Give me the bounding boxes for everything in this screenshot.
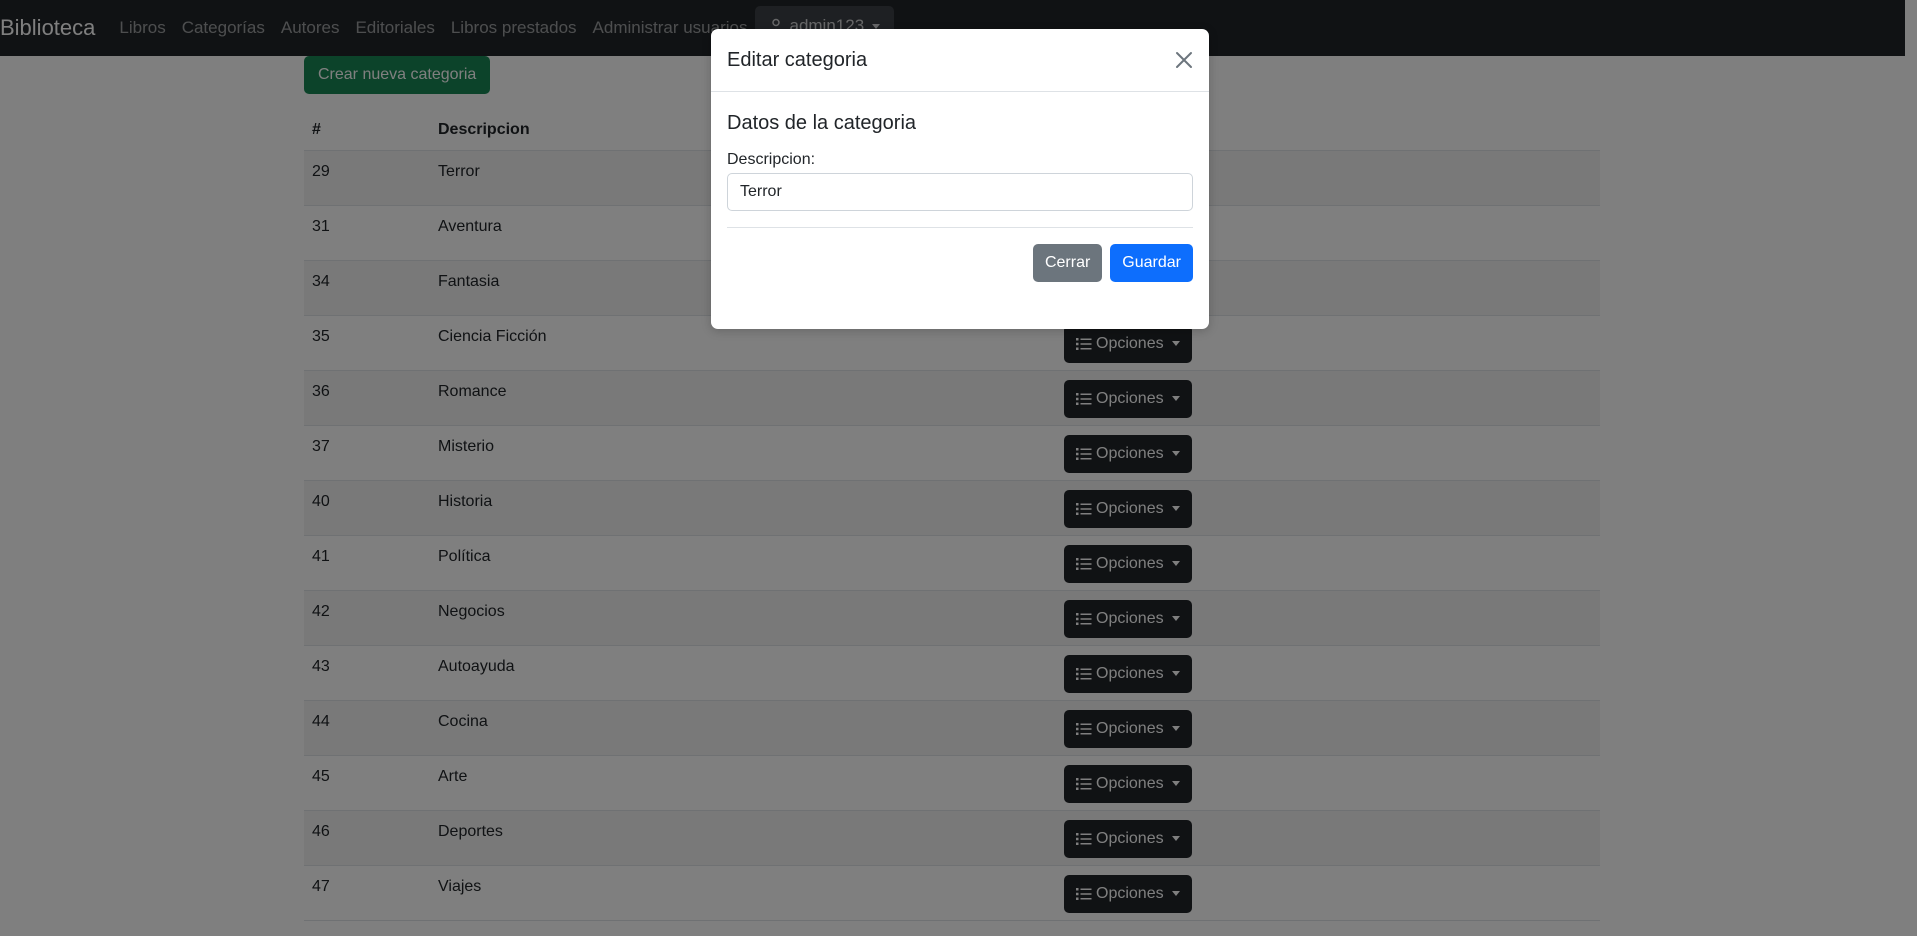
guardar-button[interactable]: Guardar bbox=[1110, 244, 1193, 282]
divider bbox=[727, 227, 1193, 228]
modal-title: Editar categoria bbox=[727, 48, 868, 71]
edit-category-modal: Editar categoria Datos de la categoria D… bbox=[711, 29, 1209, 329]
descripcion-label: Descripcion: bbox=[727, 151, 816, 168]
modal-body: Datos de la categoria Descripcion: bbox=[711, 92, 1209, 228]
descripcion-input[interactable] bbox=[727, 173, 1193, 211]
modal-header: Editar categoria bbox=[711, 29, 1209, 92]
close-icon[interactable] bbox=[1175, 51, 1193, 69]
cerrar-button[interactable]: Cerrar bbox=[1032, 244, 1103, 282]
section-title: Datos de la categoria bbox=[727, 112, 917, 134]
modal-actions: Cerrar Guardar bbox=[711, 244, 1209, 282]
